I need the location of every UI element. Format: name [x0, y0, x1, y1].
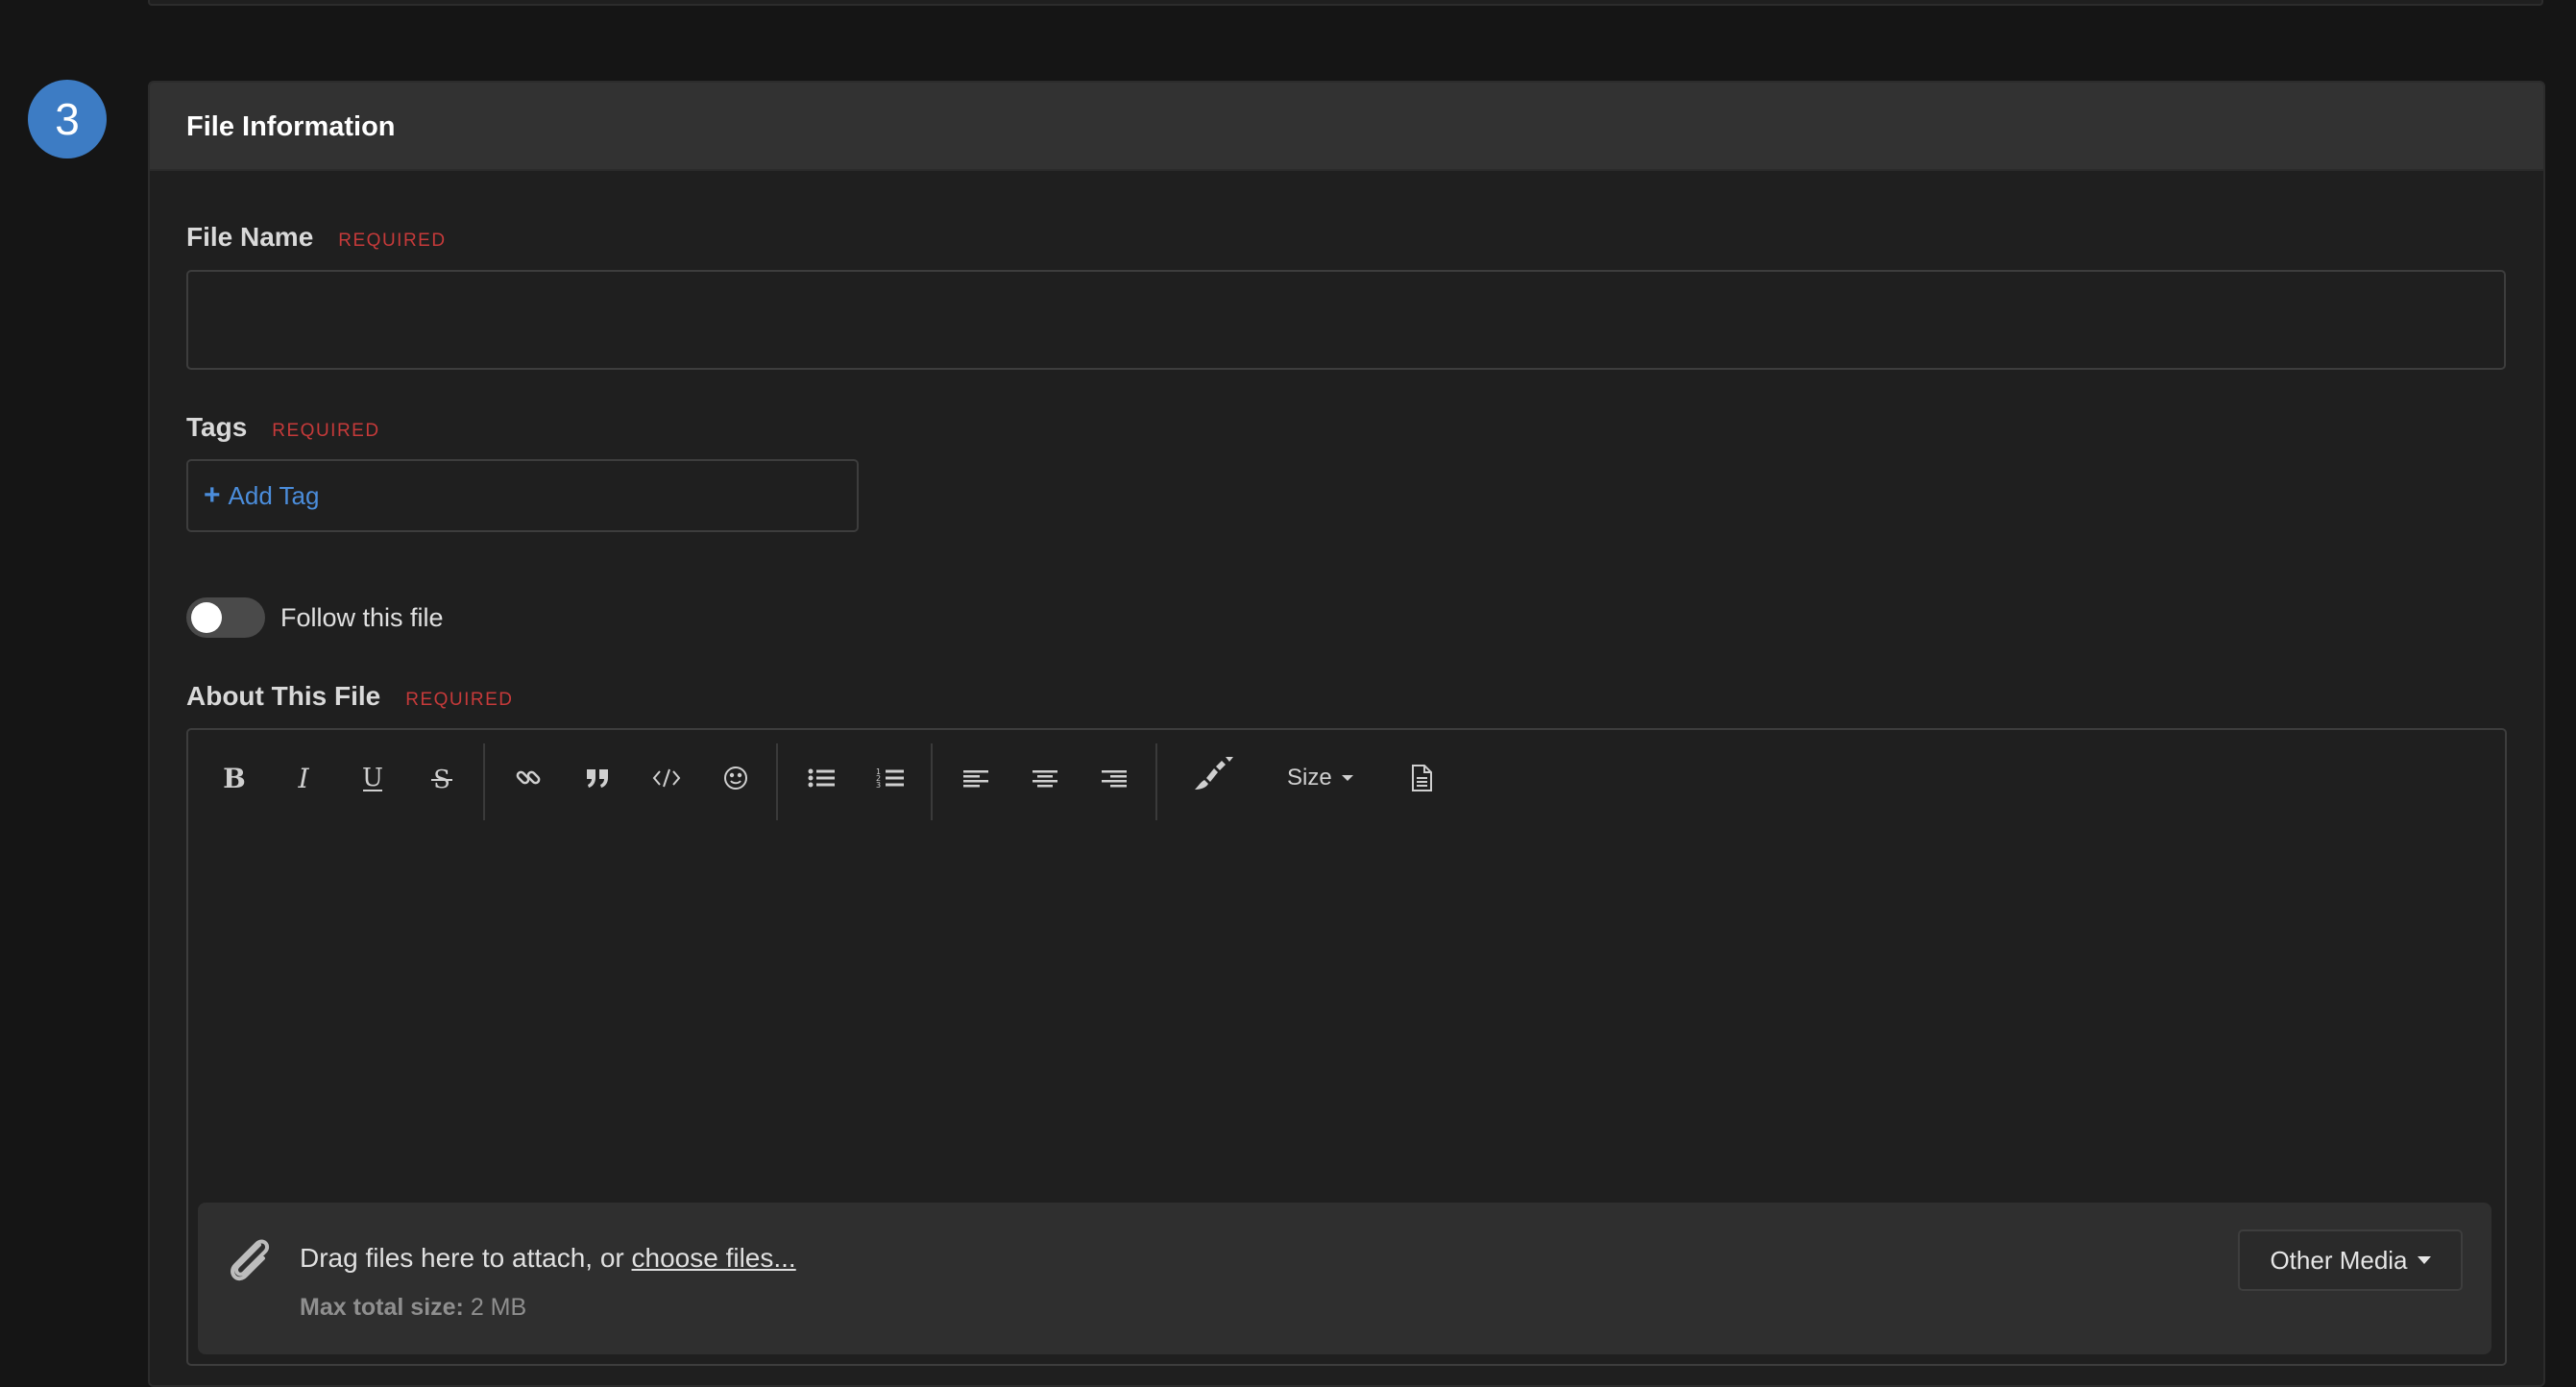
- toggle-knob: [191, 602, 222, 633]
- previous-section-panel: [148, 0, 2543, 6]
- size-dropdown[interactable]: Size: [1287, 751, 1353, 805]
- align-center-button[interactable]: [1018, 751, 1072, 805]
- bold-button[interactable]: B: [207, 751, 261, 805]
- tags-label-row: Tags REQUIRED: [186, 412, 380, 443]
- align-left-icon: [963, 770, 988, 788]
- other-media-button[interactable]: Other Media: [2238, 1229, 2463, 1291]
- follow-row: Follow this file: [186, 597, 444, 638]
- quote-button[interactable]: [571, 751, 624, 805]
- other-media-label: Other Media: [2270, 1245, 2408, 1275]
- rich-text-editor[interactable]: B I U S 123 Size Drag files here to atta…: [186, 728, 2507, 1366]
- code-button[interactable]: [640, 751, 693, 805]
- choose-files-link[interactable]: choose files...: [632, 1243, 796, 1273]
- quote-icon: [587, 769, 608, 788]
- bullet-list-button[interactable]: [794, 751, 848, 805]
- document-icon: [1412, 765, 1432, 791]
- align-right-icon: [1102, 770, 1127, 788]
- file-name-label: File Name: [186, 222, 314, 252]
- italic-button[interactable]: I: [277, 751, 330, 805]
- add-tag-label: Add Tag: [228, 480, 320, 510]
- panel-title: File Information: [150, 83, 2543, 171]
- tags-required-badge: REQUIRED: [272, 421, 380, 441]
- svg-text:B: B: [223, 764, 246, 792]
- italic-icon: I: [297, 764, 309, 792]
- step-number-badge: 3: [28, 80, 107, 158]
- tags-field[interactable]: + Add Tag: [186, 459, 859, 532]
- plus-icon: +: [204, 479, 221, 511]
- svg-text:I: I: [297, 764, 309, 792]
- code-icon: [652, 768, 681, 788]
- size-label: Size: [1287, 765, 1332, 791]
- follow-toggle[interactable]: [186, 597, 265, 638]
- bullet-list-icon: [808, 768, 835, 788]
- about-label: About This File: [186, 681, 381, 711]
- numbered-list-icon: 123: [876, 767, 904, 790]
- about-label-row: About This File REQUIRED: [186, 681, 514, 712]
- svg-text:U: U: [362, 764, 383, 792]
- follow-label: Follow this file: [280, 602, 444, 632]
- link-icon: [516, 770, 541, 785]
- align-right-button[interactable]: [1087, 751, 1141, 805]
- align-left-button[interactable]: [949, 751, 1003, 805]
- paperclip-icon: [223, 1231, 277, 1294]
- editor-toolbar: B I U S 123 Size: [188, 730, 2505, 824]
- toolbar-divider: [483, 743, 485, 820]
- toolbar-divider: [931, 743, 933, 820]
- numbered-list-button[interactable]: 123: [863, 751, 917, 805]
- underline-button[interactable]: U: [346, 751, 400, 805]
- file-name-required-badge: REQUIRED: [338, 231, 447, 251]
- align-center-icon: [1033, 770, 1057, 788]
- tags-label: Tags: [186, 412, 248, 442]
- file-name-input[interactable]: [186, 270, 2506, 370]
- toolbar-divider: [1155, 743, 1157, 820]
- chevron-down-icon: [1341, 775, 1353, 781]
- text-color-button[interactable]: [1178, 751, 1245, 805]
- attachment-dropzone[interactable]: Drag files here to attach, or choose fil…: [198, 1203, 2491, 1354]
- about-required-badge: REQUIRED: [405, 690, 514, 710]
- file-name-label-row: File Name REQUIRED: [186, 222, 447, 253]
- max-size-note: Max total size: 2 MB: [300, 1294, 526, 1322]
- caret-down-icon: [2417, 1256, 2431, 1264]
- emoji-button[interactable]: [709, 751, 763, 805]
- max-size-label: Max total size:: [300, 1294, 464, 1321]
- bold-icon: B: [223, 764, 246, 792]
- link-button[interactable]: [501, 751, 555, 805]
- max-size-value: 2 MB: [470, 1294, 527, 1321]
- strikethrough-button[interactable]: S: [415, 751, 469, 805]
- add-tag-button[interactable]: + Add Tag: [204, 479, 319, 512]
- drop-text: Drag files here to attach, or: [300, 1243, 632, 1273]
- svg-text:3: 3: [876, 781, 881, 790]
- emoji-icon: [724, 766, 747, 790]
- drop-instructions: Drag files here to attach, or choose fil…: [300, 1243, 796, 1274]
- underline-icon: U: [362, 764, 383, 792]
- template-button[interactable]: [1395, 751, 1448, 805]
- toolbar-divider: [776, 743, 778, 820]
- strikethrough-icon: S: [431, 766, 452, 792]
- paintbrush-icon: [1195, 757, 1233, 790]
